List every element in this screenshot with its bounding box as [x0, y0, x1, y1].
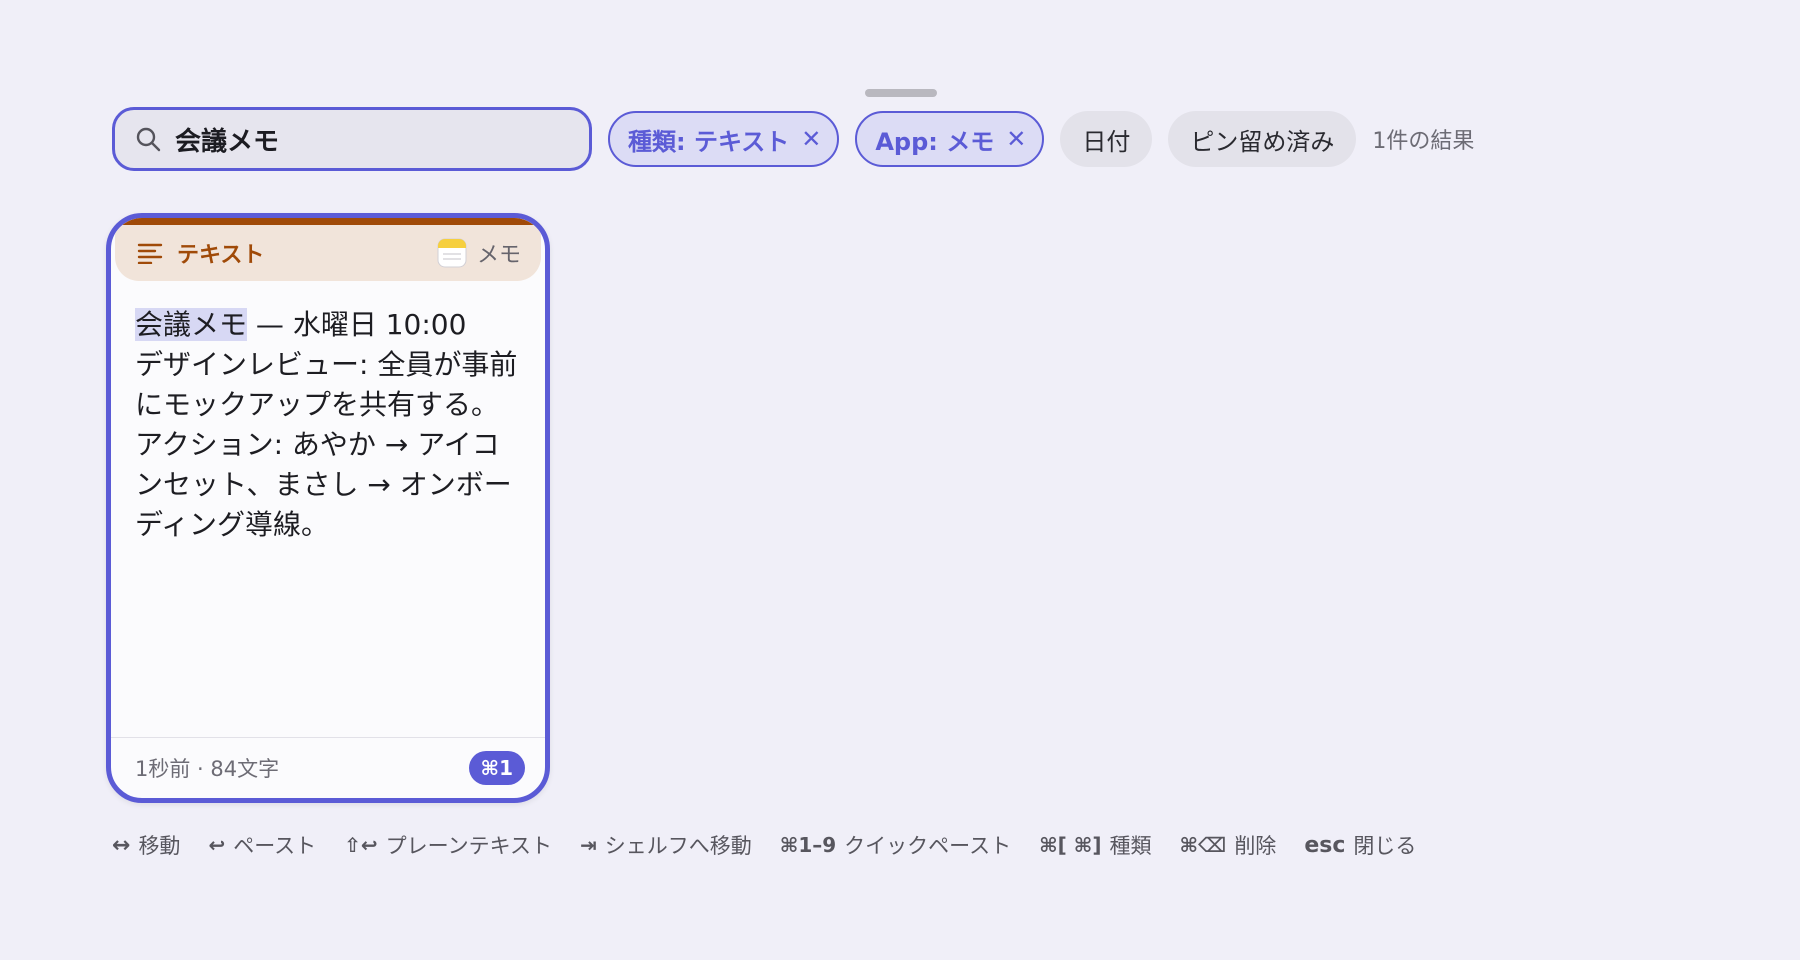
hint-paste: ↩ ペースト: [208, 830, 316, 860]
filter-chip-app-label: App: メモ: [875, 127, 995, 156]
drag-handle[interactable]: [865, 89, 937, 97]
hint-label: 削除: [1234, 834, 1277, 858]
clip-type: テキスト: [137, 237, 264, 269]
clip-card[interactable]: テキスト メモ 会議メモ — 水曜日 10:00 デザインレビュー: 全員が事前…: [106, 213, 550, 803]
keyboard-hints: ↔ 移動 ↩ ペースト ⇧↩ プレーンテキスト ⇥ シェルフへ移動 ⌘1–9 ク…: [112, 830, 1444, 860]
card-footer: 1秒前 · 84文字 ⌘1: [111, 737, 545, 798]
hint-label: プレーンテキスト: [385, 834, 552, 858]
filter-chip-date[interactable]: 日付: [1060, 111, 1153, 167]
clip-meta: 1秒前 · 84文字: [135, 757, 280, 781]
filter-chip-pinned-label: ピン留め済み: [1190, 127, 1335, 156]
hint-delete: ⌘⌫ 削除: [1179, 830, 1276, 860]
clip-line: デザインレビュー: 全員が事前にモックアップを共有する。: [135, 348, 518, 421]
hint-move: ↔ 移動: [112, 830, 180, 860]
filter-bar: 種類: テキスト ✕ App: メモ ✕ 日付 ピン留め済み 1件の結果: [112, 107, 1474, 171]
clip-content: 会議メモ — 水曜日 10:00 デザインレビュー: 全員が事前にモックアップを…: [111, 281, 545, 705]
hint-type: ⌘[ ⌘] 種類: [1039, 830, 1151, 860]
search-highlight: 会議メモ: [135, 308, 248, 341]
hint-label: 移動: [138, 834, 181, 858]
source-app: メモ: [437, 237, 521, 269]
clipboard-panel: 種類: テキスト ✕ App: メモ ✕ 日付 ピン留め済み 1件の結果: [0, 0, 1800, 960]
clip-line: 会議メモ — 水曜日 10:00: [135, 305, 525, 345]
search-icon: [136, 127, 161, 152]
hint-shelf: ⇥ シェルフへ移動: [580, 830, 752, 860]
escape-key: esc: [1304, 832, 1346, 858]
filter-chip-app[interactable]: App: メモ ✕: [855, 111, 1045, 167]
hint-close: esc 閉じる: [1304, 830, 1416, 860]
hint-label: シェルフへ移動: [604, 834, 752, 858]
close-icon[interactable]: ✕: [801, 125, 821, 153]
result-count: 1件の結果: [1372, 129, 1475, 154]
notes-app-icon: [437, 238, 467, 268]
hint-label: 閉じる: [1353, 834, 1417, 858]
tab-icon: ⇥: [580, 833, 597, 857]
hint-label: ペースト: [233, 834, 317, 858]
card-accent-bar: [111, 218, 545, 225]
arrows-icon: ↔: [112, 832, 131, 858]
clip-type-label: テキスト: [177, 243, 265, 268]
return-icon: ↩: [208, 833, 226, 857]
search-input[interactable]: [175, 124, 555, 154]
command-bracket-key: ⌘[ ⌘]: [1039, 833, 1102, 857]
hint-label: 種類: [1109, 834, 1152, 858]
command-delete-icon: ⌘⌫: [1179, 833, 1227, 857]
close-icon[interactable]: ✕: [1006, 125, 1026, 153]
filter-chip-date-label: 日付: [1082, 127, 1131, 156]
hint-label: クイックペースト: [844, 834, 1012, 858]
search-box[interactable]: [112, 107, 592, 171]
hint-plain-text: ⇧↩ プレーンテキスト: [344, 830, 552, 860]
card-header: テキスト メモ: [115, 225, 541, 281]
source-app-label: メモ: [476, 243, 521, 268]
command-number-key: ⌘1–9: [779, 833, 837, 857]
text-lines-icon: [137, 243, 163, 264]
filter-chip-pinned[interactable]: ピン留め済み: [1168, 111, 1357, 167]
filter-chip-type[interactable]: 種類: テキスト ✕: [608, 111, 840, 167]
filter-chip-type-label: 種類: テキスト: [628, 127, 790, 156]
clip-line: アクション: あやか → アイコンセット、まさし → オンボーディング導線。: [135, 428, 512, 541]
quick-paste-shortcut-badge: ⌘1: [468, 751, 525, 785]
shift-return-icon: ⇧↩: [344, 833, 378, 857]
hint-quick-paste: ⌘1–9 クイックペースト: [780, 830, 1011, 860]
clip-title-rest: — 水曜日 10:00: [247, 308, 467, 341]
